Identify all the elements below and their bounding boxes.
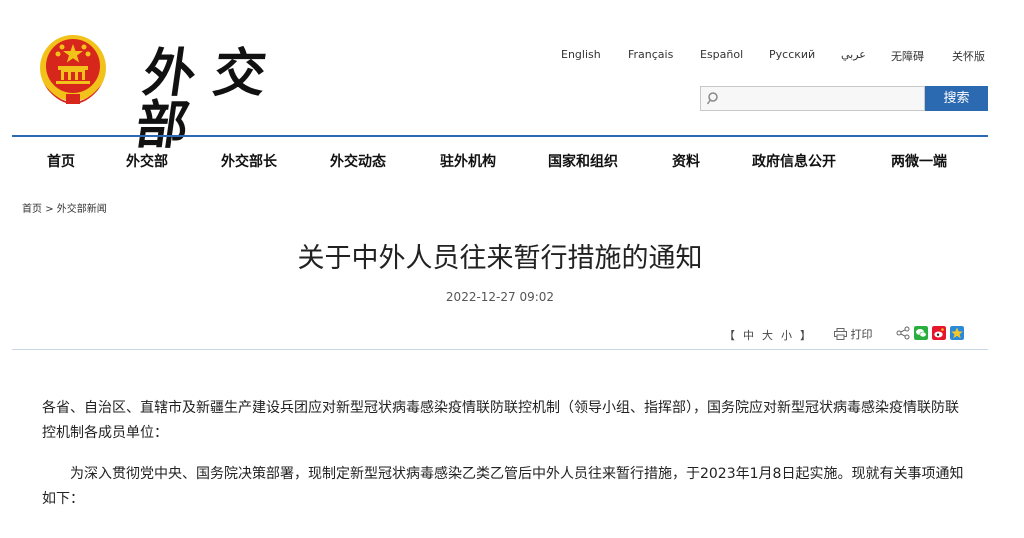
weibo-icon[interactable] bbox=[932, 326, 946, 340]
breadcrumb: 首页 > 外交部新闻 bbox=[22, 200, 107, 215]
language-switcher: English Français Español Русский عربي 无障… bbox=[540, 48, 1000, 66]
search-button[interactable]: 搜索 bbox=[925, 86, 988, 111]
lang-french[interactable]: Français bbox=[628, 48, 673, 61]
main-nav: 首页 外交部 外交部长 外交动态 驻外机构 国家和组织 资料 政府信息公开 两微… bbox=[12, 137, 988, 181]
breadcrumb-current[interactable]: 外交部新闻 bbox=[57, 204, 107, 215]
nav-item-countries[interactable]: 国家和组织 bbox=[548, 151, 618, 171]
care-mode-link[interactable]: 关怀版 bbox=[952, 48, 985, 64]
article-paragraph: 为深入贯彻党中央、国务院决策部署，现制定新型冠状病毒感染乙类乙管后中外人员往来暂… bbox=[42, 466, 964, 507]
nav-item-activities[interactable]: 外交动态 bbox=[330, 151, 386, 171]
search-icon bbox=[707, 92, 718, 105]
breadcrumb-home[interactable]: 首页 bbox=[22, 204, 42, 215]
printer-icon bbox=[834, 328, 847, 340]
nav-item-missions[interactable]: 驻外机构 bbox=[440, 151, 496, 171]
nav-item-info-disclosure[interactable]: 政府信息公开 bbox=[752, 151, 836, 171]
lang-arabic[interactable]: عربي bbox=[841, 48, 866, 61]
search-input[interactable] bbox=[700, 86, 925, 111]
nav-item-media[interactable]: 两微一端 bbox=[891, 151, 947, 171]
nav-item-ministry[interactable]: 外交部 bbox=[126, 151, 168, 171]
publish-date: 2022-12-27 09:02 bbox=[445, 290, 555, 304]
font-size-medium[interactable]: 大 bbox=[762, 329, 773, 342]
font-size-small[interactable]: 小 bbox=[781, 329, 792, 342]
font-size-switcher: 【中大小】 bbox=[720, 327, 815, 343]
font-size-large[interactable]: 中 bbox=[743, 329, 754, 342]
article-tools: 【中大小】 打印 bbox=[720, 326, 980, 344]
font-size-bracket-open: 【 bbox=[724, 329, 735, 342]
accessibility-link[interactable]: 无障碍 bbox=[891, 48, 924, 64]
print-label: 打印 bbox=[850, 328, 873, 341]
search-bar: 搜索 bbox=[700, 86, 988, 111]
print-button[interactable]: 打印 bbox=[834, 326, 873, 342]
lang-english[interactable]: English bbox=[561, 48, 601, 61]
nav-item-resources[interactable]: 资料 bbox=[672, 151, 700, 171]
nav-item-home[interactable]: 首页 bbox=[47, 151, 75, 171]
content-divider bbox=[12, 349, 988, 350]
lang-spanish[interactable]: Español bbox=[700, 48, 743, 61]
wechat-icon[interactable] bbox=[914, 326, 928, 340]
ministry-logo[interactable]: 外交部 bbox=[132, 30, 340, 156]
font-size-bracket-close: 】 bbox=[800, 329, 811, 342]
article-paragraph: 各省、自治区、直辖市及新疆生产建设兵团应对新型冠状病毒感染疫情联防联控机制（领导… bbox=[42, 400, 959, 441]
nav-item-minister[interactable]: 外交部长 bbox=[221, 151, 277, 171]
lang-russian[interactable]: Русский bbox=[769, 48, 815, 61]
national-emblem-icon[interactable] bbox=[38, 32, 108, 106]
qzone-icon[interactable] bbox=[950, 326, 964, 340]
breadcrumb-separator: > bbox=[45, 204, 54, 215]
site-header: 外交部 English Français Español Русский عرب… bbox=[0, 0, 1024, 156]
page-title: 关于中外人员往来暂行措施的通知 bbox=[297, 243, 703, 274]
share-icon[interactable] bbox=[896, 326, 910, 340]
